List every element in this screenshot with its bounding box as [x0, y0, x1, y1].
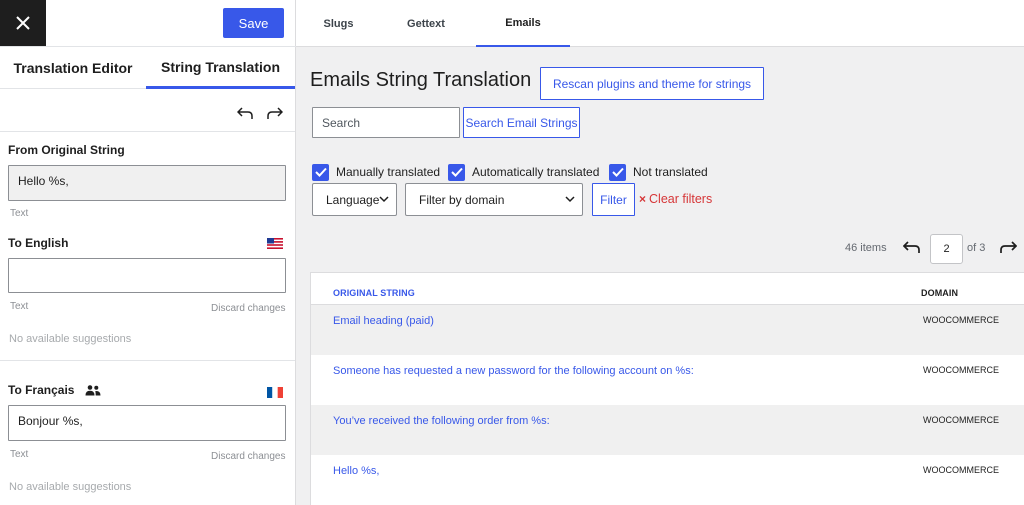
- domain-cell: WOOCOMMERCE: [923, 365, 999, 375]
- checkbox-checked-icon: [312, 163, 329, 181]
- english-type-label: Text: [10, 301, 29, 312]
- section-divider: [0, 360, 295, 361]
- french-discard-changes-link[interactable]: Discard changes: [211, 451, 285, 462]
- original-string-field: [8, 165, 286, 201]
- original-string-cell[interactable]: Email heading (paid): [333, 315, 434, 327]
- next-page-button[interactable]: [999, 238, 1017, 256]
- search-email-strings-button[interactable]: Search Email Strings: [463, 107, 580, 138]
- original-string-cell[interactable]: Someone has requested a new password for…: [333, 365, 694, 377]
- fr-flag-icon: [267, 387, 283, 398]
- original-string-cell[interactable]: Hello %s,: [333, 465, 379, 477]
- us-flag-icon: [267, 238, 283, 249]
- domain-select[interactable]: Filter by domain: [405, 183, 583, 216]
- french-suggestions: No available suggestions: [9, 481, 132, 493]
- table-row[interactable]: Someone has requested a new password for…: [311, 355, 1024, 405]
- top-tabs: Slugs Gettext Emails: [296, 0, 1024, 47]
- clear-x-icon: ×: [639, 192, 647, 206]
- strings-table: ORIGINAL STRING DOMAIN Email heading (pa…: [310, 272, 1024, 505]
- original-string-cell[interactable]: You’ve received the following order from…: [333, 415, 550, 427]
- translation-sidebar: Save Translation Editor String Translati…: [0, 0, 296, 505]
- page-number-input[interactable]: [930, 234, 963, 264]
- previous-page-button[interactable]: [902, 238, 920, 256]
- table-row[interactable]: Email heading (paid) WOOCOMMERCE: [311, 305, 1024, 355]
- section-divider: [0, 131, 295, 132]
- chevron-down-icon: [565, 196, 575, 203]
- original-type-label: Text: [10, 208, 29, 219]
- close-icon: [16, 16, 30, 30]
- tab-translation-editor[interactable]: Translation Editor: [0, 47, 146, 89]
- english-heading: To English: [8, 236, 69, 250]
- language-select[interactable]: Language: [312, 183, 397, 216]
- undo-icon: [237, 107, 253, 119]
- close-button[interactable]: [0, 0, 46, 46]
- english-translation-field[interactable]: [8, 258, 286, 293]
- undo-button[interactable]: [236, 104, 254, 122]
- chevron-down-icon: [379, 196, 389, 203]
- tab-string-translation[interactable]: String Translation: [146, 47, 295, 89]
- tab-emails[interactable]: Emails: [476, 0, 570, 47]
- not-translated-checkbox[interactable]: Not translated: [609, 163, 708, 181]
- redo-icon: [267, 107, 283, 119]
- page-total: of 3: [967, 242, 986, 254]
- redo-button[interactable]: [266, 104, 284, 122]
- english-suggestions: No available suggestions: [9, 333, 132, 345]
- domain-select-value: Filter by domain: [419, 192, 505, 207]
- checkbox-label: Automatically translated: [472, 165, 600, 179]
- language-select-value: Language: [326, 192, 380, 207]
- english-discard-changes-link[interactable]: Discard changes: [211, 303, 285, 314]
- filter-button[interactable]: Filter: [592, 183, 635, 216]
- sidebar-tabs: Translation Editor String Translation: [0, 47, 295, 89]
- french-type-label: Text: [10, 449, 29, 460]
- redo-arrow-icon: [999, 241, 1017, 253]
- column-header-original-string[interactable]: ORIGINAL STRING: [333, 288, 415, 298]
- undo-arrow-icon: [902, 241, 920, 253]
- column-header-domain: DOMAIN: [921, 288, 959, 298]
- rescan-button[interactable]: Rescan plugins and theme for strings: [540, 67, 764, 100]
- original-string-heading: From Original String: [8, 143, 125, 157]
- main-panel: Slugs Gettext Emails Emails String Trans…: [296, 0, 1024, 505]
- french-heading: To Français: [8, 383, 75, 397]
- clear-filters-link[interactable]: × Clear filters: [639, 192, 712, 206]
- manually-translated-checkbox[interactable]: Manually translated: [312, 163, 440, 181]
- table-row[interactable]: Hello %s, WOOCOMMERCE: [311, 455, 1024, 505]
- domain-cell: WOOCOMMERCE: [923, 315, 999, 325]
- tab-slugs[interactable]: Slugs: [316, 0, 361, 47]
- checkbox-checked-icon: [609, 163, 626, 181]
- automatically-translated-checkbox[interactable]: Automatically translated: [448, 163, 599, 181]
- tab-gettext[interactable]: Gettext: [401, 0, 451, 47]
- search-input[interactable]: [312, 107, 460, 138]
- items-count: 46 items: [845, 242, 887, 254]
- clear-filters-label: Clear filters: [649, 192, 713, 206]
- checkbox-label: Not translated: [633, 165, 708, 179]
- table-row[interactable]: You’ve received the following order from…: [311, 405, 1024, 455]
- french-translation-field[interactable]: [8, 405, 286, 441]
- checkbox-label: Manually translated: [336, 165, 441, 179]
- domain-cell: WOOCOMMERCE: [923, 415, 999, 425]
- checkbox-checked-icon: [448, 163, 465, 181]
- domain-cell: WOOCOMMERCE: [923, 465, 999, 475]
- save-button[interactable]: Save: [223, 8, 284, 38]
- page-title: Emails String Translation: [310, 69, 532, 91]
- people-icon[interactable]: [85, 384, 101, 396]
